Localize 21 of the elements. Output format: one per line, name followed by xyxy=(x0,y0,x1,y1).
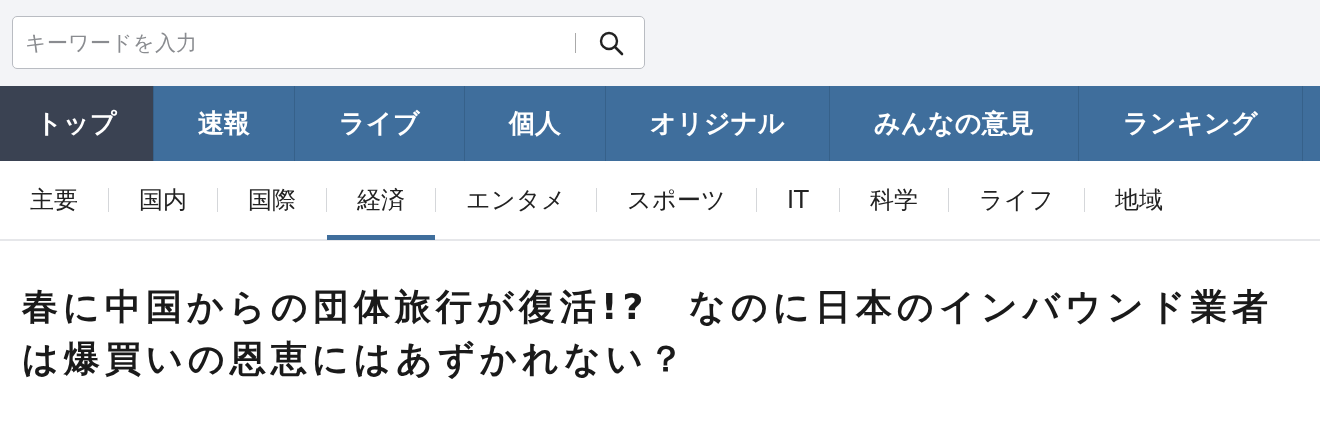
nav-tab[interactable]: ランキング xyxy=(1079,86,1303,161)
category-tab[interactable]: 国内 xyxy=(109,160,217,240)
category-tab[interactable]: ライフ xyxy=(948,160,1084,240)
search-field[interactable]: キーワードを入力 xyxy=(12,16,645,69)
category-tab[interactable]: 国際 xyxy=(218,160,326,240)
category-tab[interactable]: 地域 xyxy=(1084,160,1193,240)
search-icon[interactable] xyxy=(598,29,624,56)
search-input[interactable]: キーワードを入力 xyxy=(23,29,575,56)
article-headline: 春に中国からの団体旅行が復活!? なのに日本のインバウンド業者は爆買いの恩恵にはあずかれない？ xyxy=(22,285,1275,381)
category-tab[interactable]: IT xyxy=(757,162,839,238)
nav-tab[interactable]: 個人 xyxy=(465,86,606,161)
nav-tab[interactable]: トップ xyxy=(0,86,154,161)
category-tab[interactable]: エンタメ xyxy=(436,160,596,240)
nav-tab[interactable]: ライブ xyxy=(295,86,465,161)
nav-tab[interactable]: オリジナル xyxy=(606,86,830,161)
nav-tab[interactable]: 速報 xyxy=(154,86,295,161)
category-tab[interactable]: スポーツ xyxy=(597,160,756,240)
category-tab[interactable]: 経済 xyxy=(327,160,435,240)
category-tab[interactable]: 主要 xyxy=(30,160,108,240)
nav-tab[interactable]: みんなの意見 xyxy=(830,86,1079,161)
category-tab[interactable]: 科学 xyxy=(839,160,948,240)
